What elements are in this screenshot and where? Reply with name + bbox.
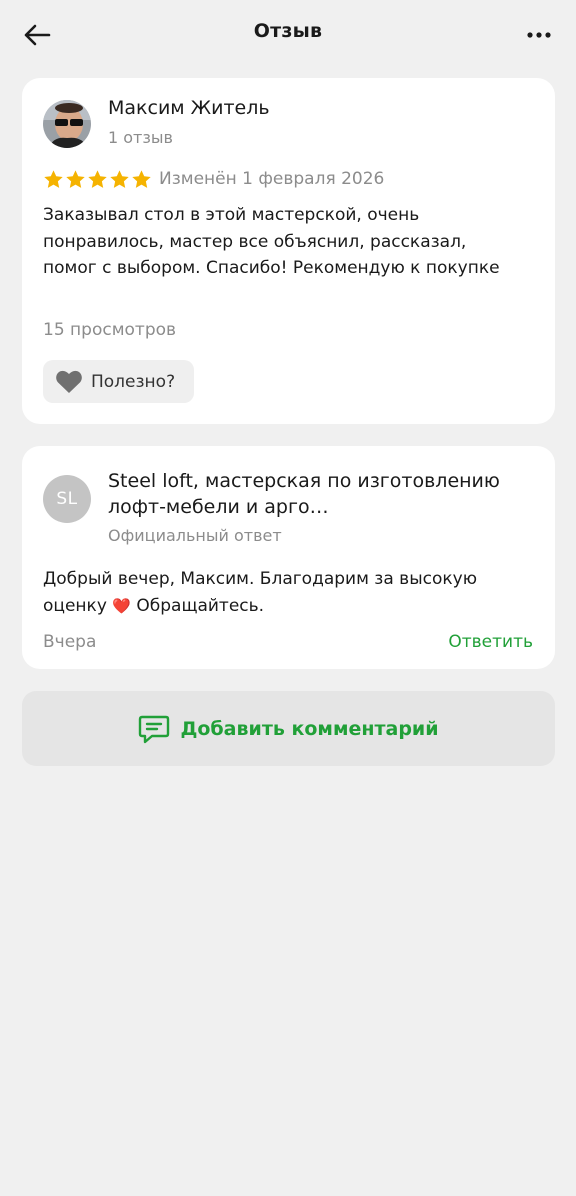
- useful-button[interactable]: Полезно?: [43, 360, 194, 403]
- star-icon: [44, 170, 63, 188]
- reply-time: Вчера: [43, 632, 97, 652]
- star-icon: [66, 170, 85, 188]
- user-photo-icon: [43, 100, 91, 148]
- star-icon: [110, 170, 129, 188]
- add-comment-button[interactable]: Добавить комментарий: [22, 691, 555, 766]
- reply-text-tail: Обращайтесь.: [130, 595, 265, 616]
- review-date: Изменён 1 февраля 2026: [159, 169, 385, 189]
- author-avatar[interactable]: [43, 100, 91, 148]
- useful-label: Полезно?: [91, 371, 176, 392]
- reply-text: Добрый вечер, Максим. Благодарим за высо…: [43, 566, 533, 619]
- author-name[interactable]: Максим Житель: [108, 97, 270, 119]
- more-horizontal-icon: [527, 32, 551, 38]
- review-card: Максим Житель 1 отзыв Изменён 1 февраля …: [22, 78, 555, 424]
- more-options-button[interactable]: [524, 20, 554, 50]
- reply-button[interactable]: Ответить: [448, 632, 533, 652]
- author-review-count: 1 отзыв: [108, 128, 173, 147]
- comment-icon: [139, 715, 170, 743]
- official-reply-label: Официальный ответ: [108, 526, 282, 545]
- star-icon: [88, 170, 107, 188]
- star-icon: [132, 170, 151, 188]
- review-text: Заказывал стол в этой мастерской, очень …: [43, 205, 500, 278]
- add-comment-label: Добавить комментарий: [180, 717, 439, 740]
- rating-stars: [43, 169, 152, 190]
- views-count: 15 просмотров: [43, 320, 177, 340]
- reply-card: SL Steel loft, мастерская по изготовлени…: [22, 446, 555, 669]
- heart-icon: [56, 370, 82, 393]
- org-avatar[interactable]: SL: [43, 475, 91, 523]
- top-bar: Отзыв: [0, 0, 576, 68]
- heart-emoji-icon: ❤️: [112, 596, 131, 615]
- page-title: Отзыв: [253, 20, 323, 42]
- org-name[interactable]: Steel loft, мастерская по изготовлению л…: [108, 468, 528, 520]
